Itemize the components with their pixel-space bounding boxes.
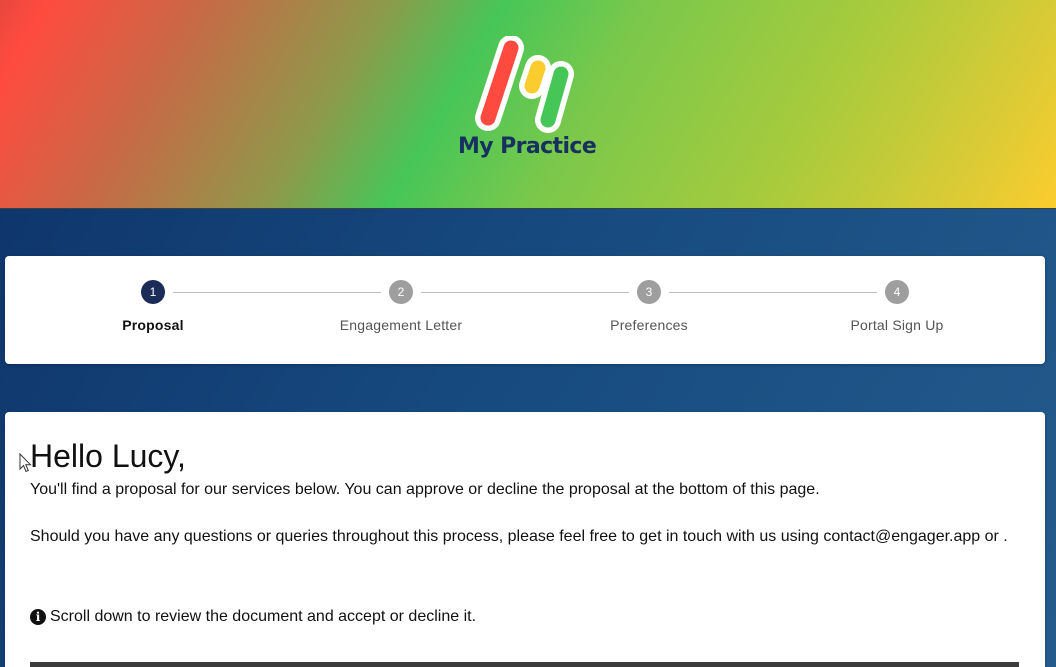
proposal-content-card: Hello Lucy, You'll find a proposal for o…: [5, 412, 1045, 667]
step-portal-sign-up[interactable]: 4 Portal Sign Up: [773, 280, 1021, 333]
header-banner: My Practice: [0, 0, 1056, 209]
step-label: Portal Sign Up: [850, 317, 944, 333]
instruction-line: i Scroll down to review the document and…: [30, 605, 476, 629]
logo-mark-icon: [475, 36, 574, 133]
logo-text: My Practice: [458, 134, 597, 159]
step-preferences[interactable]: 3 Preferences: [525, 280, 773, 333]
step-number-badge: 1: [141, 280, 165, 304]
step-label: Engagement Letter: [339, 317, 463, 333]
info-circle-icon: i: [30, 609, 46, 625]
practice-logo: My Practice: [458, 36, 597, 166]
greeting-heading: Hello Lucy,: [30, 438, 186, 474]
step-number-badge: 2: [389, 280, 413, 304]
step-label: Proposal: [122, 317, 184, 333]
step-proposal[interactable]: 1 Proposal: [29, 280, 277, 333]
document-viewer-toolbar[interactable]: [30, 662, 1019, 667]
step-number-badge: 3: [637, 280, 661, 304]
instruction-text: Scroll down to review the document and a…: [50, 608, 477, 625]
contact-text: Should you have any questions or queries…: [30, 528, 1008, 545]
mouse-cursor-icon: [19, 453, 32, 473]
step-engagement-letter[interactable]: 2 Engagement Letter: [277, 280, 525, 333]
intro-text: You'll find a proposal for our services …: [30, 481, 820, 498]
step-label: Preferences: [610, 317, 688, 333]
stepper-card: 1 Proposal 2 Engagement Letter 3 Prefere…: [5, 256, 1045, 364]
step-number-badge: 4: [885, 280, 909, 304]
